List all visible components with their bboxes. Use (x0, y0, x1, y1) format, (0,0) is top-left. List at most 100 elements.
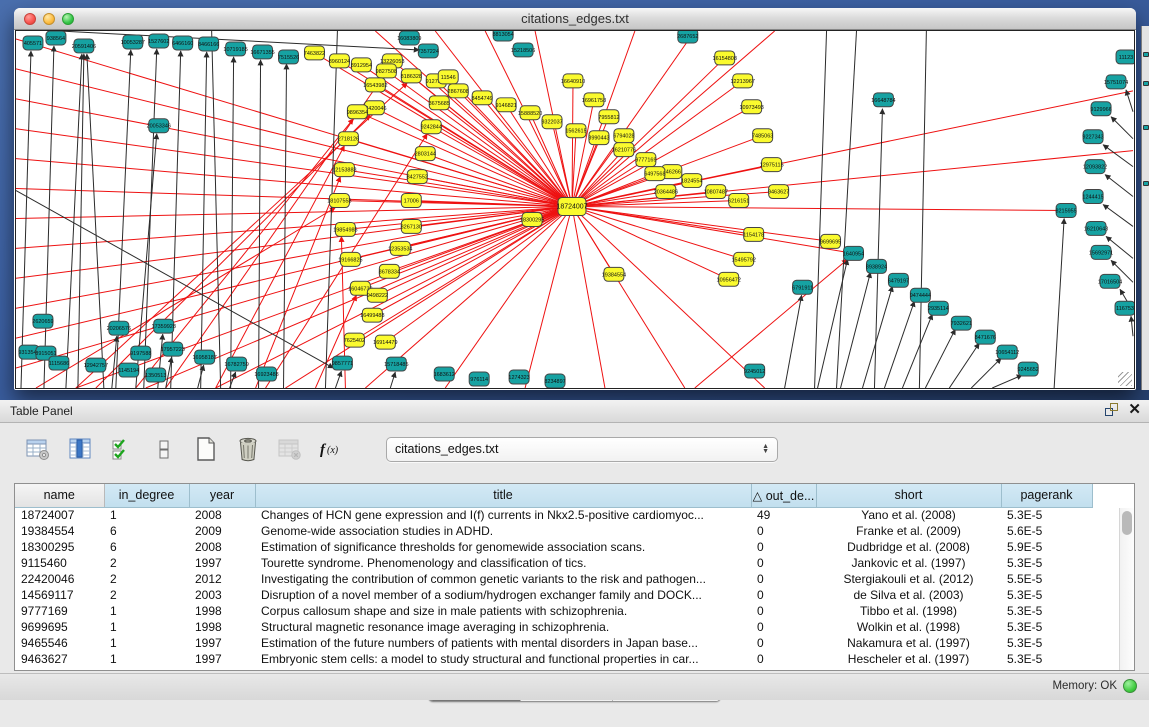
column-header-title[interactable]: title (255, 484, 751, 507)
table-row[interactable]: 977716911998Corpus callosum shape and si… (15, 603, 1119, 619)
table-vertical-scrollbar[interactable] (1119, 508, 1134, 670)
graph-node[interactable]: 1527602 (148, 34, 169, 48)
table-cell[interactable]: Jankovic et al. (1997) (816, 555, 1001, 571)
table-cell[interactable]: Stergiakouli et al. (2012) (816, 571, 1001, 587)
column-header-pagerank[interactable]: pagerank (1001, 484, 1092, 507)
table-row[interactable]: 2242004622012Investigating the contribut… (15, 571, 1119, 587)
graph-node[interactable]: 8990443 (588, 131, 609, 145)
graph-node[interactable]: 10956472 (717, 272, 741, 286)
table-cell[interactable]: 1 (104, 507, 189, 523)
table-cell[interactable]: 9777169 (15, 603, 104, 619)
table-cell[interactable]: 1997 (189, 635, 255, 651)
table-cell[interactable]: 9115460 (15, 555, 104, 571)
table-cell[interactable]: 0 (751, 571, 816, 587)
table-selector-dropdown[interactable]: citations_edges.txt ▲▼ (386, 437, 778, 462)
column-header-in_degree[interactable]: in_degree (104, 484, 189, 507)
table-cell[interactable]: Tourette syndrome. Phenomenology and cla… (255, 555, 751, 571)
graph-node[interactable]: 15218506 (511, 43, 535, 57)
graph-node[interactable]: 8267130 (401, 219, 422, 233)
table-cell[interactable]: Embryonic stem cells: a model to study s… (255, 651, 751, 667)
column-header-short[interactable]: short (816, 484, 1001, 507)
graph-node[interactable]: 2935114 (928, 301, 949, 315)
graph-node[interactable]: 18300295 (520, 212, 544, 226)
graph-node[interactable]: 2687652 (677, 31, 698, 43)
graph-node[interactable]: 1640954 (843, 246, 864, 260)
graph-node[interactable]: 9474444 (910, 288, 931, 302)
citation-network-graph[interactable]: 7463822896012489129541322605398275088186… (16, 31, 1134, 388)
table-cell[interactable]: 0 (751, 619, 816, 635)
table-cell[interactable]: Disruption of a novel member of a sodium… (255, 587, 751, 603)
memory-ok-icon[interactable] (1123, 679, 1137, 693)
graph-node[interactable]: 8215955 (1055, 204, 1076, 218)
column-header-name[interactable]: name (15, 484, 104, 507)
column-header-out_de[interactable]: △ out_de... (751, 484, 816, 507)
graph-node[interactable]: 8912954 (351, 58, 372, 72)
table-cell[interactable]: 49 (751, 507, 816, 523)
table-cell[interactable]: 5.3E-5 (1001, 507, 1092, 523)
graph-node[interactable]: 9227343 (1082, 130, 1103, 144)
float-panel-icon[interactable] (1105, 403, 1118, 416)
graph-node[interactable]: 17016504 (1098, 274, 1122, 288)
graph-node[interactable]: 1274323 (508, 370, 529, 384)
graph-node[interactable]: 9498222 (367, 288, 388, 302)
graph-node[interactable]: 1154178 (743, 227, 764, 241)
table-row[interactable]: 1938455462009Genome-wide association stu… (15, 523, 1119, 539)
graph-node[interactable]: 1350513 (145, 368, 166, 382)
graph-node[interactable]: 405571 (23, 36, 43, 50)
graph-node[interactable]: 16958187 (192, 350, 216, 364)
table-cell[interactable]: 18300295 (15, 539, 104, 555)
network-canvas[interactable]: 7463822896012489129541322605398275088186… (15, 30, 1135, 389)
table-cell[interactable]: 5.5E-5 (1001, 571, 1092, 587)
graph-node[interactable]: 7955812 (598, 110, 619, 124)
graph-node[interactable]: 15692971 (1089, 245, 1113, 259)
table-cell[interactable]: 2009 (189, 523, 255, 539)
graph-node[interactable]: 10654112 (995, 345, 1019, 359)
table-cell[interactable]: 1997 (189, 651, 255, 667)
table-cell[interactable]: 5.3E-5 (1001, 555, 1092, 571)
table-cell[interactable]: 14569117 (15, 587, 104, 603)
graph-node[interactable]: 16923488 (254, 367, 278, 381)
graph-node[interactable]: 9197588 (130, 346, 151, 360)
table-cell[interactable]: 6 (104, 523, 189, 539)
graph-node[interactable]: 8938924 (866, 259, 887, 273)
function-builder-button[interactable]: f (x) (318, 435, 346, 463)
table-cell[interactable]: 1 (104, 603, 189, 619)
graph-node[interactable]: 1683612 (434, 367, 455, 381)
network-view-window[interactable]: citations_edges.txt 74638228960124891295… (14, 8, 1136, 390)
graph-node[interactable]: 20591406 (72, 39, 96, 53)
table-row[interactable]: 969969511998Structural magnetic resonanc… (15, 619, 1119, 635)
table-cell[interactable]: 9463627 (15, 651, 104, 667)
table-cell[interactable]: 5.3E-5 (1001, 651, 1092, 667)
table-cell[interactable]: 0 (751, 635, 816, 651)
graph-node[interactable]: 1824554 (681, 174, 702, 188)
table-cell[interactable]: 19384554 (15, 523, 104, 539)
table-cell[interactable]: 5.3E-5 (1001, 635, 1092, 651)
graph-node[interactable]: 11123 (1116, 50, 1134, 64)
graph-node[interactable]: 8186328 (401, 69, 422, 83)
graph-node[interactable]: 9245012 (744, 364, 765, 378)
graph-node[interactable]: 20053346 (147, 119, 171, 133)
graph-node[interactable]: 1145194 (118, 363, 139, 377)
graph-node[interactable]: 12213967 (731, 74, 755, 88)
graph-node[interactable]: 16210776 (612, 143, 636, 157)
table-cell[interactable]: 2008 (189, 507, 255, 523)
graph-node[interactable]: 16671355 (250, 45, 274, 59)
graph-node[interactable]: 12153883 (332, 163, 356, 177)
table-cell[interactable]: Wolkin et al. (1998) (816, 619, 1001, 635)
graph-node[interactable]: 10973493 (740, 100, 764, 114)
table-cell[interactable]: Investigating the contribution of common… (255, 571, 751, 587)
table-cell[interactable]: 2008 (189, 539, 255, 555)
column-header-year[interactable]: year (189, 484, 255, 507)
table-cell[interactable]: Dudbridge et al. (2008) (816, 539, 1001, 555)
graph-node[interactable]: 17006 (401, 194, 421, 208)
graph-node[interactable]: 19854985 (333, 222, 357, 236)
table-row[interactable]: 911546021997Tourette syndrome. Phenomeno… (15, 555, 1119, 571)
table-cell[interactable]: 2003 (189, 587, 255, 603)
graph-node[interactable]: 6497568 (644, 167, 665, 181)
window-resize-grip[interactable] (1118, 372, 1132, 386)
graph-node[interactable]: 976114 (469, 372, 489, 386)
table-cell[interactable]: 5.3E-5 (1001, 619, 1092, 635)
table-cell[interactable]: Tibbo et al. (1998) (816, 603, 1001, 619)
graph-node[interactable]: 15888520 (518, 106, 542, 120)
graph-node[interactable]: 9129966 (1090, 102, 1111, 116)
